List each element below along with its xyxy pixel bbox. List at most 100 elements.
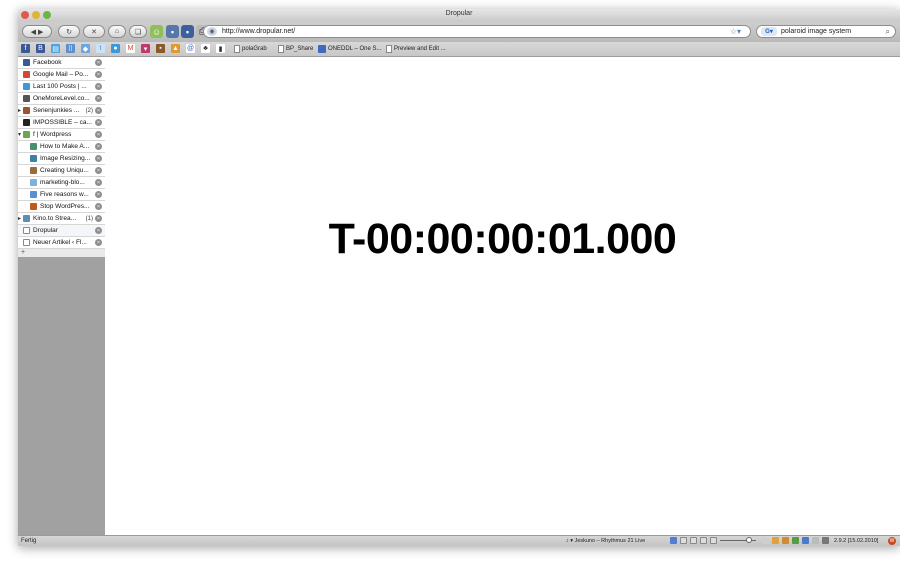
play-icon[interactable] [690, 537, 697, 544]
screen-capture-icon[interactable]: ▪ [166, 25, 179, 38]
bookmark-item[interactable]: ONEDDL – One S... [318, 43, 381, 55]
tab-item[interactable]: marketing-blo... × [18, 177, 105, 189]
close-tab-icon[interactable]: × [95, 131, 102, 138]
status-text: Fertig [21, 538, 37, 544]
leaf-icon [23, 131, 30, 138]
expand-triangle-icon[interactable]: ▸ [18, 215, 21, 223]
flickr-bookmark-icon[interactable]: B [36, 44, 45, 53]
android-icon[interactable]: ☺ [150, 25, 163, 38]
stop-button[interactable]: ✕ [83, 25, 105, 38]
book-bookmark-icon[interactable]: ▪ [156, 44, 165, 53]
url-text[interactable]: http://www.dropular.net/ [222, 27, 295, 37]
next-track-icon[interactable] [710, 537, 717, 544]
close-tab-icon[interactable]: × [95, 119, 102, 126]
close-tab-icon[interactable]: × [95, 239, 102, 246]
inbox-bookmark-icon[interactable]: ▾ [141, 44, 150, 53]
page-icon [278, 45, 284, 53]
home-button[interactable]: ⌂ [108, 25, 126, 38]
volume-slider[interactable] [720, 537, 756, 543]
search-box[interactable]: G▾ polaroid image system ⌕ [756, 25, 896, 38]
photo-bookmark-icon[interactable]: ▲ [171, 44, 180, 53]
new-tab-button[interactable]: + [18, 249, 105, 257]
reload-icon: ↻ [66, 28, 72, 36]
search-input[interactable]: polaroid image system [781, 27, 851, 37]
close-tab-icon[interactable]: × [95, 59, 102, 66]
grid-bookmark-icon[interactable]: ⠿ [66, 44, 75, 53]
calendar-bookmark-icon[interactable]: ▤ [51, 44, 60, 53]
bookmark-item[interactable]: polaGrab [234, 43, 267, 55]
tab-item[interactable]: IMPOSSIBLE – ca... × [18, 117, 105, 129]
site-identity-icon[interactable]: ◉ [207, 27, 217, 36]
cube-bookmark-icon[interactable]: ◆ [81, 44, 90, 53]
oneddl-icon [318, 45, 326, 53]
tab-item[interactable]: ▾ f | Wordpress × [18, 129, 105, 141]
tab-item[interactable]: How to Make A... × [18, 141, 105, 153]
save-icon[interactable]: ▪ [181, 25, 194, 38]
url-bar[interactable]: ◉ http://www.dropular.net/ ☆▾ [203, 25, 751, 38]
prev-track-icon[interactable] [680, 537, 687, 544]
close-tab-icon[interactable]: × [95, 203, 102, 210]
close-tab-icon[interactable]: × [95, 71, 102, 78]
tv-icon [23, 107, 30, 114]
player-icon[interactable] [670, 537, 677, 544]
addon-icon[interactable] [812, 537, 819, 544]
addon-icon[interactable] [762, 537, 769, 544]
twitter-bookmark-icon[interactable]: t [96, 44, 105, 53]
addon-icon[interactable] [792, 537, 799, 544]
tab-item[interactable]: Google Mail – Po... × [18, 69, 105, 81]
wordpress-icon[interactable]: W [888, 537, 896, 545]
gmail-bookmark-icon[interactable]: M [126, 44, 135, 53]
facebook-bookmark-icon[interactable]: f [21, 44, 30, 53]
bookmark-item[interactable]: BP_Share [278, 43, 313, 55]
search-icon[interactable]: ⌕ [886, 26, 890, 37]
addon-icon[interactable] [822, 537, 829, 544]
box-bookmark-icon[interactable]: ▮ [216, 44, 225, 53]
close-tab-icon[interactable]: × [95, 155, 102, 162]
page-icon [386, 45, 392, 53]
close-tab-icon[interactable]: × [95, 215, 102, 222]
volume-knob[interactable] [746, 537, 752, 543]
tab-item[interactable]: Dropular × [18, 225, 105, 237]
tab-item[interactable]: Last 100 Posts | ... × [18, 81, 105, 93]
bookmarks-toolbar: f B ▤ ⠿ ◆ t ● M ▾ ▪ ▲ @ ♣ ▮ polaGrab BP_… [18, 42, 900, 57]
tab-item[interactable]: Facebook × [18, 57, 105, 69]
close-tab-icon[interactable]: × [95, 167, 102, 174]
bookmarks-button[interactable]: ❏ [129, 25, 147, 38]
close-tab-icon[interactable]: × [95, 83, 102, 90]
tab-item[interactable]: Neuer Artikel ‹ Fl... × [18, 237, 105, 249]
close-tab-icon[interactable]: × [95, 227, 102, 234]
tab-item[interactable]: Five reasons w... × [18, 189, 105, 201]
close-tab-icon[interactable]: × [95, 179, 102, 186]
bookmark-star-icon[interactable]: ☆▾ [730, 26, 741, 37]
invader-bookmark-icon[interactable]: ♣ [201, 44, 210, 53]
tab-item[interactable]: ▸ Kino.to Strea... (1) × [18, 213, 105, 225]
expand-triangle-icon[interactable]: ▾ [18, 131, 21, 139]
addon-icon[interactable] [802, 537, 809, 544]
reload-button[interactable]: ↻ [58, 25, 80, 38]
now-playing-text[interactable]: ♪ ▾ Jeskuno – Rhythmus 21 Live [566, 537, 645, 545]
tab-item[interactable]: ▸ Serienjunkies ... (2) × [18, 105, 105, 117]
close-tab-icon[interactable]: × [95, 191, 102, 198]
tab-item[interactable]: Stop WordPres... × [18, 201, 105, 213]
addon-icon[interactable] [772, 537, 779, 544]
expand-triangle-icon[interactable]: ▸ [18, 107, 21, 115]
close-tab-icon[interactable]: × [95, 143, 102, 150]
feather-icon [30, 179, 37, 186]
page-icon [30, 167, 37, 174]
bird-bookmark-icon[interactable]: ● [111, 44, 120, 53]
tab-item[interactable]: Creating Uniqu... × [18, 165, 105, 177]
tab-item[interactable]: Image Resizing... × [18, 153, 105, 165]
close-tab-icon[interactable]: × [95, 95, 102, 102]
pause-icon[interactable] [700, 537, 707, 544]
forward-arrow-icon[interactable]: ▶ [38, 28, 43, 36]
tab-label: Image Resizing... [40, 155, 91, 162]
tab-label: Serienjunkies ... [33, 107, 80, 114]
back-forward-button[interactable]: ◀ ▶ [22, 25, 52, 38]
google-engine-icon[interactable]: G▾ [761, 27, 777, 36]
link-bookmark-icon[interactable]: @ [186, 44, 195, 53]
close-tab-icon[interactable]: × [95, 107, 102, 114]
bookmark-item[interactable]: Preview and Edit ... [386, 43, 446, 55]
back-arrow-icon[interactable]: ◀ [31, 28, 36, 36]
addon-icon[interactable] [782, 537, 789, 544]
tab-item[interactable]: OneMoreLevel.co... × [18, 93, 105, 105]
